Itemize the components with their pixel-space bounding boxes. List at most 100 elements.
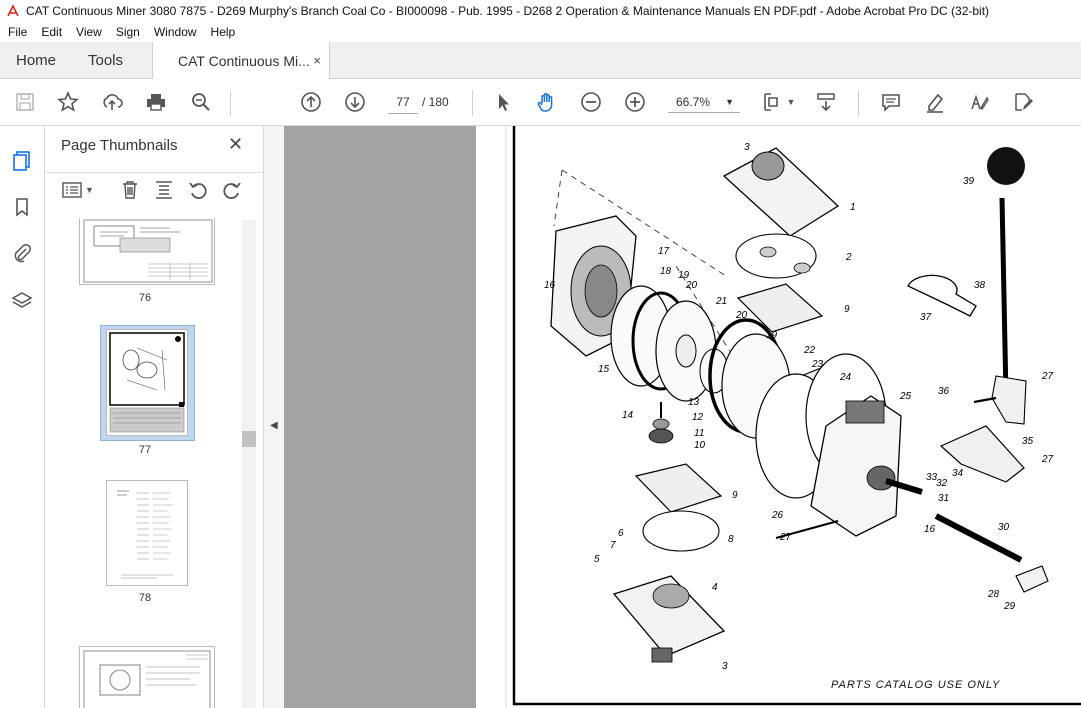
scroll-mode-icon[interactable] bbox=[813, 89, 839, 115]
part-label: 16 bbox=[544, 280, 556, 291]
menu-sign[interactable]: Sign bbox=[116, 25, 140, 39]
thumbnail-label: 77 bbox=[138, 444, 152, 456]
part-label: 28 bbox=[987, 589, 1000, 600]
part-label: 10 bbox=[694, 440, 706, 451]
zoom-level-value: 66.7% bbox=[676, 95, 711, 109]
part-label: 34 bbox=[952, 468, 964, 479]
zoom-out-icon[interactable] bbox=[578, 89, 604, 115]
part-label: 26 bbox=[771, 510, 784, 521]
part-label: 6 bbox=[618, 528, 624, 539]
thumbnail-panel: Page Thumbnails ✕ ▼ 76 77 78 bbox=[45, 126, 263, 708]
thumbnail-page-selected[interactable] bbox=[106, 329, 188, 436]
part-label: 30 bbox=[998, 522, 1010, 533]
extract-pages-icon[interactable] bbox=[153, 179, 175, 201]
thumbnail-toolbar: ▼ bbox=[45, 172, 263, 207]
tab-document[interactable]: CAT Continuous Mi... × bbox=[152, 42, 330, 79]
page-fit-icon[interactable] bbox=[758, 89, 784, 115]
part-label: 20 bbox=[735, 310, 748, 321]
part-label: 3 bbox=[722, 661, 728, 672]
catalog-footer-note: PARTS CATALOG USE ONLY bbox=[831, 679, 1001, 691]
thumbnail-scrollbar[interactable] bbox=[242, 220, 256, 708]
page-number-input[interactable]: 77 bbox=[388, 91, 418, 114]
part-label: 38 bbox=[974, 280, 986, 291]
rotate-cw-icon[interactable] bbox=[221, 179, 243, 201]
part-label: 20 bbox=[685, 280, 698, 291]
options-dropdown-icon[interactable]: ▼ bbox=[85, 179, 95, 201]
attachments-icon[interactable] bbox=[11, 242, 33, 264]
part-label: 15 bbox=[598, 364, 610, 375]
zoom-level-select[interactable]: 66.7% ▼ bbox=[668, 91, 740, 113]
part-label: 39 bbox=[963, 176, 975, 187]
part-label: 31 bbox=[938, 493, 949, 504]
edit-pdf-icon[interactable] bbox=[1010, 89, 1036, 115]
thumbnail-label: 78 bbox=[138, 592, 152, 604]
page-total: / 180 bbox=[422, 95, 449, 109]
part-label: 36 bbox=[938, 386, 950, 397]
panel-splitter[interactable]: ◀ bbox=[263, 126, 284, 708]
part-label: 27 bbox=[1041, 454, 1054, 465]
acrobat-logo-icon bbox=[6, 4, 20, 18]
comment-icon[interactable] bbox=[878, 89, 904, 115]
rotate-ccw-icon[interactable] bbox=[187, 179, 209, 201]
part-label: 13 bbox=[688, 397, 700, 408]
delete-page-icon[interactable] bbox=[119, 179, 141, 201]
menu-bar: File Edit View Sign Window Help bbox=[0, 22, 1081, 42]
layers-icon[interactable] bbox=[11, 290, 33, 312]
thumbnail-page[interactable] bbox=[79, 218, 215, 285]
thumbnail-page[interactable] bbox=[79, 646, 215, 708]
part-label: 29 bbox=[1003, 601, 1016, 612]
tab-bar: Home Tools CAT Continuous Mi... × bbox=[0, 42, 1081, 79]
upload-icon[interactable] bbox=[99, 89, 125, 115]
menu-window[interactable]: Window bbox=[154, 25, 197, 39]
part-label: 5 bbox=[594, 554, 600, 565]
zoom-in-icon[interactable] bbox=[622, 89, 648, 115]
hand-tool-icon[interactable] bbox=[534, 89, 560, 115]
tab-tools[interactable]: Tools bbox=[88, 42, 123, 78]
part-label: 16 bbox=[924, 524, 936, 535]
part-label: 9 bbox=[732, 490, 738, 501]
thumbnail-scrollbar-thumb[interactable] bbox=[242, 431, 256, 447]
part-label: 24 bbox=[839, 372, 852, 383]
next-page-icon[interactable] bbox=[342, 89, 368, 115]
part-label: 19 bbox=[766, 330, 778, 341]
select-cursor-icon[interactable] bbox=[490, 89, 516, 115]
highlight-icon[interactable] bbox=[922, 89, 948, 115]
part-label: 21 bbox=[715, 296, 727, 307]
menu-view[interactable]: View bbox=[76, 25, 102, 39]
tab-close-icon[interactable]: × bbox=[313, 53, 321, 68]
bookmark-star-icon[interactable] bbox=[55, 89, 81, 115]
tab-document-label: CAT Continuous Mi... bbox=[178, 52, 310, 69]
page-thumbnails-icon[interactable] bbox=[11, 150, 33, 172]
thumbnail-list: 76 77 78 bbox=[45, 218, 245, 708]
part-label: 3 bbox=[744, 142, 750, 153]
part-label: 35 bbox=[1022, 436, 1034, 447]
options-menu-icon[interactable] bbox=[61, 179, 83, 201]
sign-icon[interactable] bbox=[966, 89, 992, 115]
prev-page-icon[interactable] bbox=[298, 89, 324, 115]
close-icon[interactable]: ✕ bbox=[228, 134, 243, 155]
part-label: 1 bbox=[850, 202, 856, 213]
pdf-page[interactable]: 3 1 2 9 39 38 37 17 18 19 20 21 20 19 22… bbox=[476, 126, 1081, 708]
tab-home[interactable]: Home bbox=[16, 42, 56, 78]
panel-title: Page Thumbnails bbox=[61, 137, 178, 154]
save-icon[interactable] bbox=[12, 89, 38, 115]
title-bar: CAT Continuous Miner 3080 7875 - D269 Mu… bbox=[0, 0, 1081, 22]
menu-edit[interactable]: Edit bbox=[41, 25, 62, 39]
thumbnail-label: 76 bbox=[138, 292, 152, 304]
thumbnail-page[interactable] bbox=[106, 480, 188, 586]
part-label: 12 bbox=[692, 412, 704, 423]
part-label: 9 bbox=[844, 304, 850, 315]
part-label: 32 bbox=[936, 478, 948, 489]
part-label: 17 bbox=[658, 246, 670, 257]
part-label: 7 bbox=[610, 540, 616, 551]
collapse-panel-icon[interactable]: ◀ bbox=[270, 420, 278, 431]
menu-file[interactable]: File bbox=[8, 25, 27, 39]
bookmarks-icon[interactable] bbox=[11, 196, 33, 218]
print-icon[interactable] bbox=[143, 89, 169, 115]
zoom-search-icon[interactable] bbox=[188, 89, 214, 115]
menu-help[interactable]: Help bbox=[211, 25, 236, 39]
page-fit-dropdown-icon[interactable]: ▼ bbox=[785, 89, 797, 115]
part-label: 23 bbox=[811, 359, 824, 370]
window-title: CAT Continuous Miner 3080 7875 - D269 Mu… bbox=[26, 4, 990, 18]
part-label: 18 bbox=[660, 266, 672, 277]
